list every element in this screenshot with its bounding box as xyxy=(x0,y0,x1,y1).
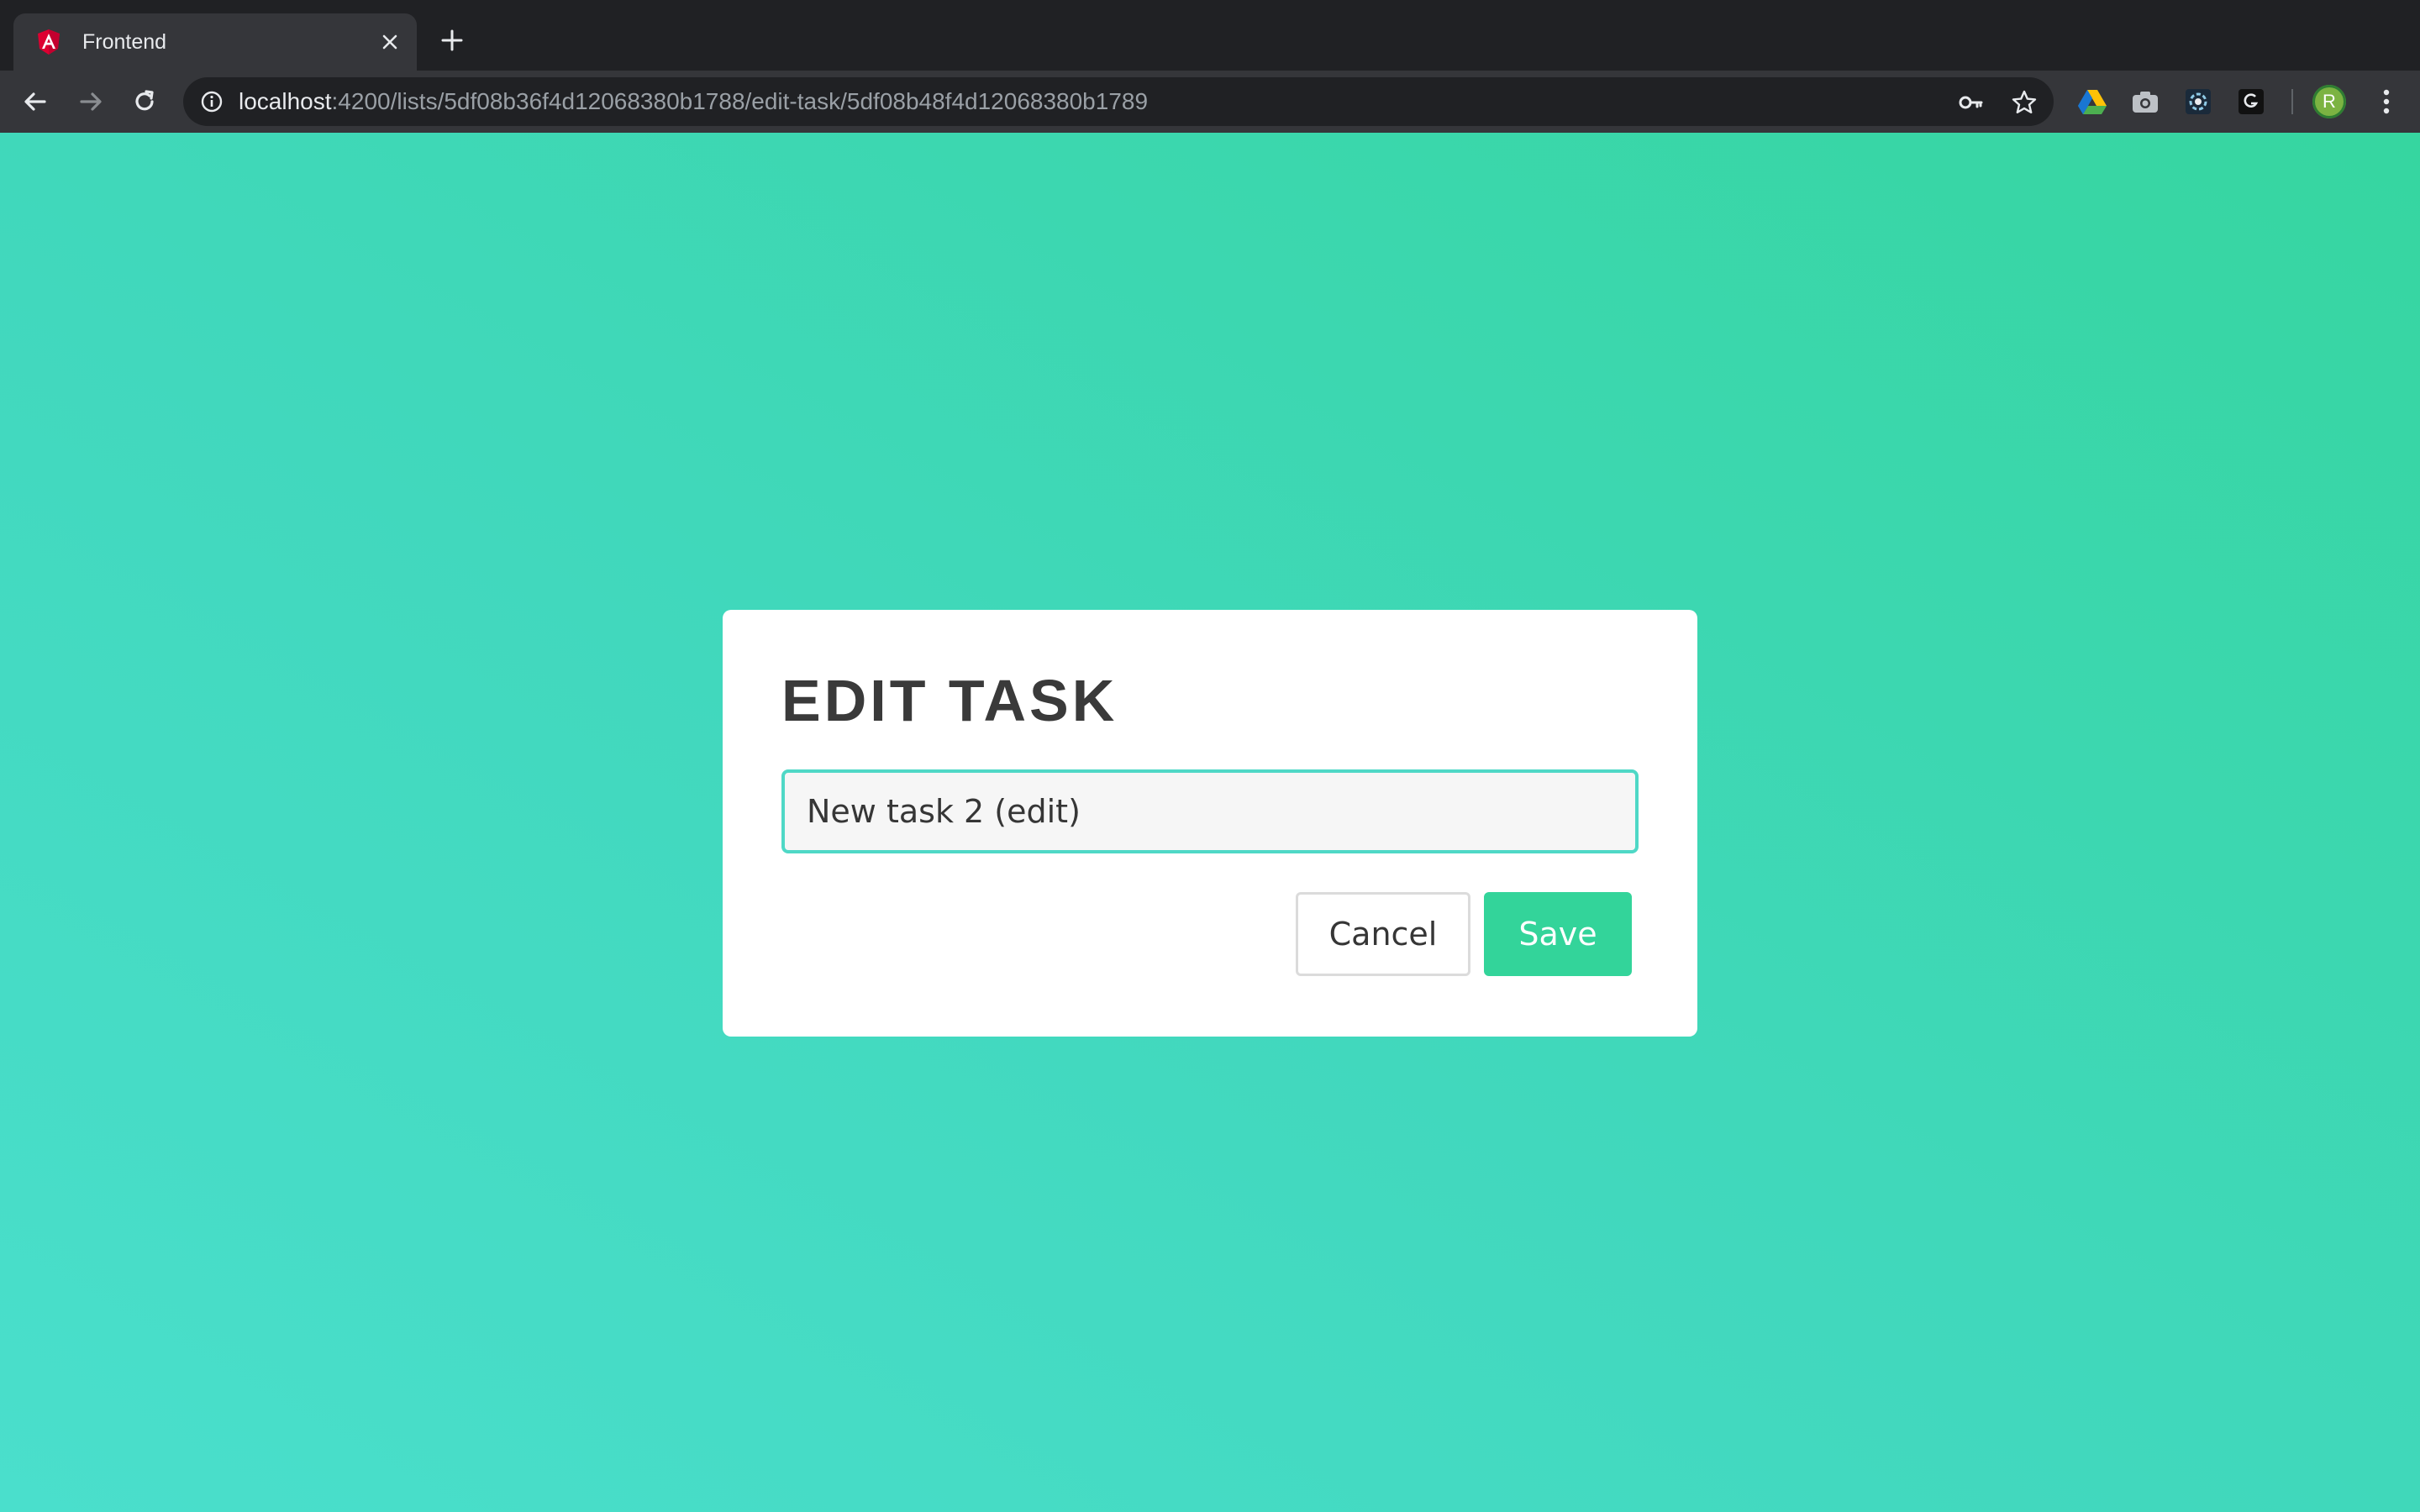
cancel-button[interactable]: Cancel xyxy=(1296,892,1470,976)
plus-icon[interactable] xyxy=(435,24,469,57)
page-viewport: EDIT TASK Cancel Save xyxy=(0,133,2420,1512)
info-icon[interactable] xyxy=(198,88,225,115)
url-host: localhost xyxy=(239,88,332,114)
task-title-input[interactable] xyxy=(781,769,1639,853)
url-text: localhost:4200/lists/5df08b36f4d12068380… xyxy=(239,77,1148,126)
arrow-right-icon[interactable] xyxy=(74,85,108,118)
tab-title: Frontend xyxy=(82,29,167,54)
avatar[interactable]: R xyxy=(2312,85,2346,118)
edit-task-modal: EDIT TASK Cancel Save xyxy=(723,610,1697,1037)
browser-toolbar: localhost:4200/lists/5df08b36f4d12068380… xyxy=(0,71,2420,133)
angular-icon xyxy=(35,29,62,55)
address-bar[interactable]: localhost:4200/lists/5df08b36f4d12068380… xyxy=(183,77,2054,126)
camera-icon[interactable] xyxy=(2130,87,2160,117)
g-icon[interactable] xyxy=(2236,87,2266,117)
toolbar-separator xyxy=(2291,89,2293,114)
extension-icon[interactable] xyxy=(2183,87,2213,117)
arrow-left-icon[interactable] xyxy=(18,85,52,118)
modal-title: EDIT TASK xyxy=(781,668,1118,733)
google-drive-icon[interactable] xyxy=(2077,87,2107,117)
reload-icon[interactable] xyxy=(128,85,161,118)
url-path: :4200/lists/5df08b36f4d12068380b1788/edi… xyxy=(331,88,1149,114)
key-icon[interactable] xyxy=(1956,88,1985,117)
more-vert-icon[interactable] xyxy=(2370,85,2403,118)
browser-tab-strip: Frontend xyxy=(0,0,2420,71)
browser-tab[interactable]: Frontend xyxy=(13,13,417,71)
save-button[interactable]: Save xyxy=(1484,892,1632,976)
star-icon[interactable] xyxy=(2010,88,2039,117)
close-icon[interactable] xyxy=(375,27,405,57)
